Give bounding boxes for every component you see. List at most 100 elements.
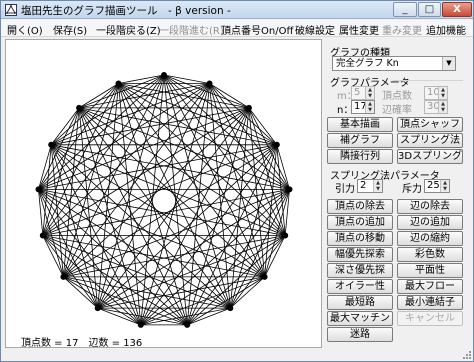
vertex-count-stepper[interactable]: 10 ▲ ▼ <box>424 86 448 100</box>
graph-edge <box>63 83 210 278</box>
graph-vertex[interactable] <box>184 321 191 328</box>
maze-button[interactable]: 迷路 <box>327 327 393 342</box>
graph-type-value: 完全グラフ Kn <box>336 58 399 69</box>
graph-edge <box>118 83 265 278</box>
chevron-down-icon[interactable]: ▼ <box>442 57 455 70</box>
graph-edge <box>63 107 80 277</box>
repulsion-stepper[interactable]: 25 ▲ ▼ <box>424 179 450 193</box>
bfs-button[interactable]: 幅優先探索 <box>327 247 393 262</box>
menu-weight[interactable]: 重み変更 <box>382 22 422 37</box>
planarity-button[interactable]: 平面性 <box>397 263 463 278</box>
graph-vertex[interactable] <box>35 186 42 193</box>
app-icon <box>5 4 17 16</box>
graph-vertex[interactable] <box>245 104 252 111</box>
menu-open[interactable]: 開く(O) <box>7 22 43 37</box>
resize-grip-icon[interactable] <box>461 349 471 359</box>
window-title: 塩田先生のグラフ描画ツール - β version - <box>21 5 231 17</box>
spring-3d-button[interactable]: 3Dスプリング <box>397 149 463 164</box>
attraction-stepper[interactable]: 2 ▲ ▼ <box>357 179 383 193</box>
graph-edges <box>38 74 290 326</box>
n-stepper[interactable]: 17 ▲ ▼ <box>351 100 375 114</box>
max-flow-button[interactable]: 最大フロー <box>397 279 463 294</box>
graph-edge <box>51 144 286 236</box>
menu-redo[interactable]: 一段階進む(R) <box>159 22 224 37</box>
dfs-button[interactable]: 深さ優先探 <box>327 263 393 278</box>
graph-vertex[interactable] <box>161 72 167 78</box>
graph-vertex[interactable] <box>137 321 144 328</box>
attraction-label: 引力 <box>335 184 355 195</box>
coloring-button[interactable]: 彩色数 <box>397 247 463 262</box>
vertex-shuffle-button[interactable]: 頂点シャッフ <box>397 117 463 132</box>
graph-edge <box>230 276 265 309</box>
add-edge-button[interactable]: 辺の追加 <box>397 215 463 230</box>
title-bar[interactable]: 塩田先生のグラフ描画ツール - β version - _ □ X <box>1 1 473 19</box>
graph-edge <box>42 144 277 236</box>
add-vertex-button[interactable]: 頂点の追加 <box>327 215 393 230</box>
graph-vertex[interactable] <box>94 305 101 312</box>
adjacency-matrix-button[interactable]: 隣接行列 <box>327 149 393 164</box>
spin-arrows-icon[interactable]: ▲ ▼ <box>438 101 447 113</box>
euler-button[interactable]: オイラー性 <box>327 279 393 294</box>
spin-arrows-icon[interactable]: ▲ ▼ <box>373 180 382 192</box>
graph-edge <box>140 107 250 326</box>
spin-arrows-icon[interactable]: ▲ ▼ <box>438 87 447 99</box>
m-stepper[interactable]: 5 ▲ ▼ <box>351 86 375 100</box>
graph-vertex[interactable] <box>227 305 234 312</box>
edge-prob-stepper[interactable]: 30 ▲ ▼ <box>424 100 448 114</box>
menu-vertex-number[interactable]: 頂点番号On/Off <box>221 22 293 37</box>
contract-edge-button[interactable]: 辺の縮約 <box>397 231 463 246</box>
graph-canvas[interactable] <box>5 39 322 348</box>
graph-edge <box>118 83 231 309</box>
graph-vertex[interactable] <box>76 104 83 111</box>
menu-attribute[interactable]: 属性変更 <box>339 22 379 37</box>
graph-vertex[interactable] <box>273 141 280 148</box>
menu-undo[interactable]: 一段階戻る(Z) <box>96 22 161 37</box>
graph-type-select[interactable]: 完全グラフ Kn ▼ <box>332 56 456 71</box>
graph-edge <box>163 74 188 325</box>
graph-vertex[interactable] <box>39 232 46 239</box>
basic-draw-button[interactable]: 基本描画 <box>327 117 393 132</box>
close-button[interactable]: X <box>442 2 472 17</box>
graph-vertex[interactable] <box>261 273 268 280</box>
remove-edge-button[interactable]: 辺の除去 <box>397 199 463 214</box>
graph-vertex[interactable] <box>206 80 213 87</box>
menu-extra[interactable]: 追加機能 <box>426 22 466 37</box>
minimize-button[interactable]: _ <box>393 2 417 17</box>
vertex-count-param-label: 頂点数 <box>382 91 412 102</box>
max-matching-button[interactable]: 最大マッチン <box>327 311 393 326</box>
spin-arrows-icon[interactable]: ▲ ▼ <box>365 101 374 113</box>
graph-vertex[interactable] <box>282 232 289 239</box>
spring-button[interactable]: スプリング法 <box>397 133 463 148</box>
graph-vertex[interactable] <box>286 186 293 193</box>
graph-edge <box>209 83 278 146</box>
m-value: 5 <box>354 87 361 98</box>
graph-vertex[interactable] <box>48 141 55 148</box>
graph-drawing[interactable] <box>6 40 321 347</box>
graph-edge <box>78 107 188 326</box>
graph-vertex[interactable] <box>115 80 122 87</box>
maximize-button[interactable]: □ <box>418 2 441 17</box>
graph-vertex[interactable] <box>60 273 67 280</box>
graph-edge <box>63 276 98 309</box>
move-vertex-button[interactable]: 頂点の移動 <box>327 231 393 246</box>
status-text: 頂点数 = 17 辺数 = 136 <box>21 338 143 349</box>
menu-dashed-line[interactable]: 破線設定 <box>295 22 335 37</box>
shortest-path-button[interactable]: 最短路 <box>327 295 393 310</box>
graph-edge <box>140 74 165 325</box>
app-window: 塩田先生のグラフ描画ツール - β version - _ □ X 開く(O) … <box>0 0 474 362</box>
graph-edge <box>38 189 188 326</box>
graph-edge <box>51 83 210 146</box>
remove-vertex-button[interactable]: 頂点の除去 <box>327 199 393 214</box>
graph-edge <box>248 107 265 277</box>
menu-save[interactable]: 保存(S) <box>53 22 87 37</box>
spin-arrows-icon[interactable]: ▲ ▼ <box>440 180 449 192</box>
complement-button[interactable]: 補グラフ <box>327 133 393 148</box>
repulsion-label: 斥力 <box>402 184 422 195</box>
spin-arrows-icon[interactable]: ▲ ▼ <box>365 87 374 99</box>
repulsion-value: 25 <box>427 180 440 191</box>
graph-edge <box>140 189 290 326</box>
graph-edge <box>50 83 119 146</box>
cancel-button[interactable]: キャンセル <box>397 311 463 326</box>
min-connector-button[interactable]: 最小連結子 <box>397 295 463 310</box>
graph-edge <box>63 189 290 278</box>
